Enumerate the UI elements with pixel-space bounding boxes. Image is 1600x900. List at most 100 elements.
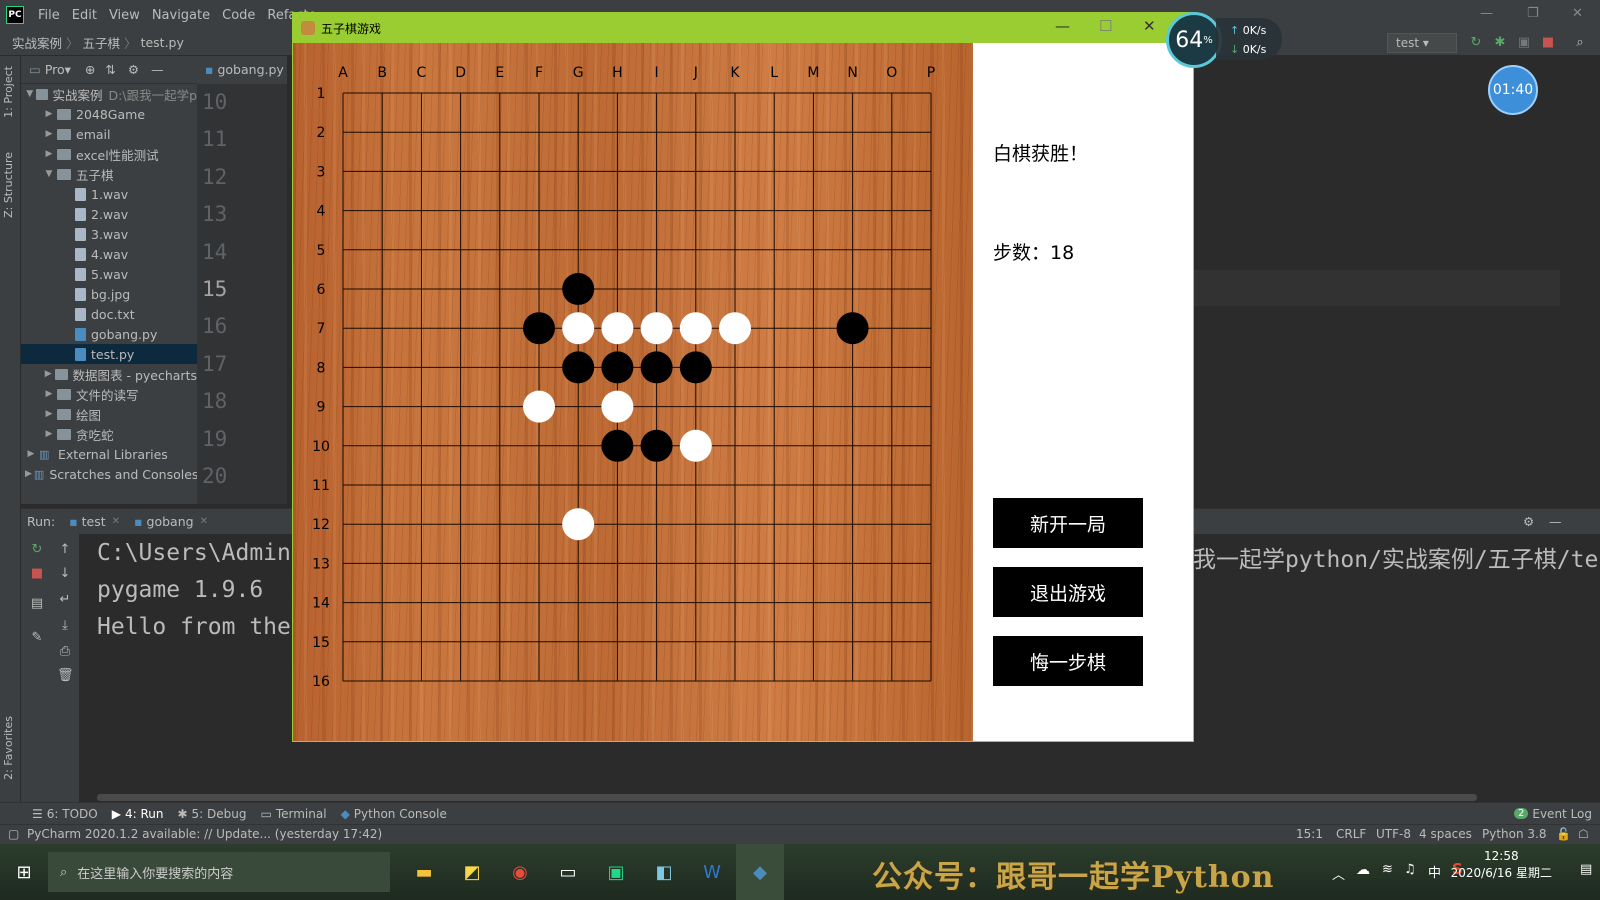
scroll-down-icon[interactable]: ↓ xyxy=(57,566,73,582)
hide-panel-icon[interactable]: — xyxy=(1549,514,1562,529)
menu-view[interactable]: View xyxy=(103,8,146,23)
update-status-text[interactable]: PyCharm 2020.1.2 available: // Update...… xyxy=(27,827,382,841)
search-icon[interactable]: ⌕ xyxy=(1572,35,1588,51)
tool-python-console[interactable]: ◆ Python Console xyxy=(341,807,447,821)
taskbar-clock[interactable]: 12:58 2020/6/16 星期二 xyxy=(1451,848,1552,882)
new-game-button[interactable]: 新开一局 xyxy=(993,498,1143,548)
gear-icon[interactable]: ⚙ xyxy=(1523,514,1534,529)
tool-terminal[interactable]: ▭ Terminal xyxy=(261,807,327,821)
taskbar-search-box[interactable]: ⌕ 在这里输入你要搜索的内容 xyxy=(48,852,390,892)
close-tab-icon[interactable]: ✕ xyxy=(200,516,208,527)
collapsed-arrow-icon[interactable]: ▶ xyxy=(43,429,55,439)
locate-icon[interactable]: ⊕ xyxy=(85,62,95,77)
tab-structure[interactable]: Z: Structure xyxy=(2,152,15,218)
tool-run[interactable]: ▶ 4: Run xyxy=(112,807,164,821)
breadcrumb-file[interactable]: test.py xyxy=(137,35,188,50)
scroll-up-icon[interactable]: ↑ xyxy=(57,542,73,558)
run-tab-test[interactable]: ▪ test ✕ xyxy=(69,514,120,529)
expanded-arrow-icon[interactable]: ▼ xyxy=(43,169,55,179)
menu-navigate[interactable]: Navigate xyxy=(146,8,216,23)
onedrive-icon[interactable]: ☁ xyxy=(1356,862,1370,878)
menu-file[interactable]: File xyxy=(32,8,66,23)
notepad-icon[interactable]: ◧ xyxy=(640,844,688,900)
python-interpreter[interactable]: Python 3.8 xyxy=(1482,827,1547,841)
indent-setting[interactable]: 4 spaces xyxy=(1419,827,1472,841)
collapsed-arrow-icon[interactable]: ▶ xyxy=(43,149,55,159)
quit-game-button[interactable]: 退出游戏 xyxy=(993,567,1143,617)
collapsed-arrow-icon[interactable]: ▶ xyxy=(43,389,55,399)
pycharm-app-icon[interactable]: ▣ xyxy=(592,844,640,900)
lock-icon[interactable]: 🔓 xyxy=(1556,827,1571,841)
breadcrumb-folder[interactable]: 五子棋 xyxy=(79,33,125,52)
editor-tab-gobang[interactable]: ▪ gobang.py xyxy=(197,56,287,84)
tool-todo[interactable]: ☰ 6: TODO xyxy=(32,807,98,821)
debug-bug-icon[interactable]: ✱ xyxy=(1492,35,1508,51)
collapsed-arrow-icon[interactable]: ▶ xyxy=(43,129,55,139)
caret-position[interactable]: 15:1 xyxy=(1296,827,1323,841)
layout-icon[interactable]: ▤ xyxy=(29,596,45,612)
stop-icon[interactable]: ■ xyxy=(29,566,45,582)
tree-item[interactable]: ▼ 五子棋 xyxy=(21,164,197,184)
project-view-select[interactable]: Pro▾ xyxy=(45,62,71,77)
tree-item[interactable]: ▼ 实战案例 D:\跟我一起学p xyxy=(21,84,197,104)
tool-event-log[interactable]: 2 Event Log xyxy=(1514,807,1592,821)
volume-icon[interactable]: ♫ xyxy=(1404,862,1416,877)
windows-start-icon[interactable]: ⊞ xyxy=(0,844,48,900)
tree-item[interactable]: test.py xyxy=(21,344,197,364)
tree-item[interactable]: ▶ 贪吃蛇 xyxy=(21,424,197,444)
trash-icon[interactable]: 🗑 xyxy=(57,668,74,684)
collapsed-arrow-icon[interactable]: ▶ xyxy=(43,109,55,119)
file-encoding[interactable]: UTF-8 xyxy=(1376,827,1411,841)
coverage-icon[interactable]: ▣ xyxy=(1516,35,1532,51)
pin-icon[interactable]: ✎ xyxy=(29,630,45,646)
collapsed-arrow-icon[interactable]: ▶ xyxy=(43,409,55,419)
minimize-icon[interactable]: — xyxy=(1055,17,1070,35)
line-separator[interactable]: CRLF xyxy=(1336,827,1366,841)
tree-item[interactable]: 3.wav xyxy=(21,224,197,244)
sticky-notes-icon[interactable]: ◩ xyxy=(448,844,496,900)
collapsed-arrow-icon[interactable]: ▶ xyxy=(25,469,32,479)
expanded-arrow-icon[interactable]: ▼ xyxy=(25,89,34,99)
tree-item[interactable]: ▶ 文件的读写 xyxy=(21,384,197,404)
tree-item[interactable]: ▶ 绘图 xyxy=(21,404,197,424)
undo-move-button[interactable]: 悔一步棋 xyxy=(993,636,1143,686)
tree-item[interactable]: 4.wav xyxy=(21,244,197,264)
wifi-icon[interactable]: ≋ xyxy=(1382,862,1393,877)
system-monitor-widget[interactable]: 64% ↑ 0K/s ↓ 0K/s xyxy=(1166,12,1284,68)
gear-icon[interactable]: ⚙ xyxy=(128,62,139,77)
tree-item[interactable]: ▶ ▥ Scratches and Consoles xyxy=(21,464,197,484)
ide-minimize-icon[interactable]: — xyxy=(1480,6,1493,21)
collapse-icon[interactable]: ⇅ xyxy=(105,62,115,77)
menu-edit[interactable]: Edit xyxy=(66,8,103,23)
tree-item[interactable]: ▶ 2048Game xyxy=(21,104,197,124)
word-icon[interactable]: W xyxy=(688,844,736,900)
tree-item[interactable]: 5.wav xyxy=(21,264,197,284)
rerun-icon[interactable]: ↻ xyxy=(29,542,45,558)
tree-item[interactable]: ▶ 数据图表 - pyecharts xyxy=(21,364,197,384)
close-tab-icon[interactable]: ✕ xyxy=(112,516,120,527)
tab-favorites[interactable]: 2: Favorites xyxy=(2,716,15,780)
soft-wrap-icon[interactable]: ↵ xyxy=(57,592,73,608)
collapsed-arrow-icon[interactable]: ▶ xyxy=(43,369,53,379)
tree-item[interactable]: 1.wav xyxy=(21,184,197,204)
run-tab-gobang[interactable]: ▪ gobang ✕ xyxy=(134,514,208,529)
tray-chevron-icon[interactable]: ︿ xyxy=(1332,864,1345,883)
ide-restore-icon[interactable]: ❐ xyxy=(1527,6,1539,21)
run-config-select[interactable]: test ▾ xyxy=(1387,33,1457,53)
stop-icon[interactable]: ■ xyxy=(1540,35,1556,51)
file-explorer-icon[interactable]: ▬ xyxy=(400,844,448,900)
recording-timer[interactable]: 01:40 xyxy=(1488,65,1538,115)
tree-item[interactable]: ▶ email xyxy=(21,124,197,144)
tree-item[interactable]: 2.wav xyxy=(21,204,197,224)
chrome-icon[interactable]: ◉ xyxy=(496,844,544,900)
rerun-icon[interactable]: ↻ xyxy=(1468,35,1484,51)
tree-item[interactable]: bg.jpg xyxy=(21,284,197,304)
hide-panel-icon[interactable]: — xyxy=(151,62,164,77)
print-icon[interactable]: ⎙ xyxy=(57,644,73,660)
tool-debug[interactable]: ✱ 5: Debug xyxy=(177,807,246,821)
close-icon[interactable]: ✕ xyxy=(1143,17,1156,35)
notification-icon[interactable]: ☖ xyxy=(1578,827,1589,841)
maximize-icon[interactable]: ☐ xyxy=(1099,17,1112,35)
console-horizontal-scrollbar[interactable] xyxy=(97,794,1477,801)
tree-item[interactable]: ▶ excel性能测试 xyxy=(21,144,197,164)
